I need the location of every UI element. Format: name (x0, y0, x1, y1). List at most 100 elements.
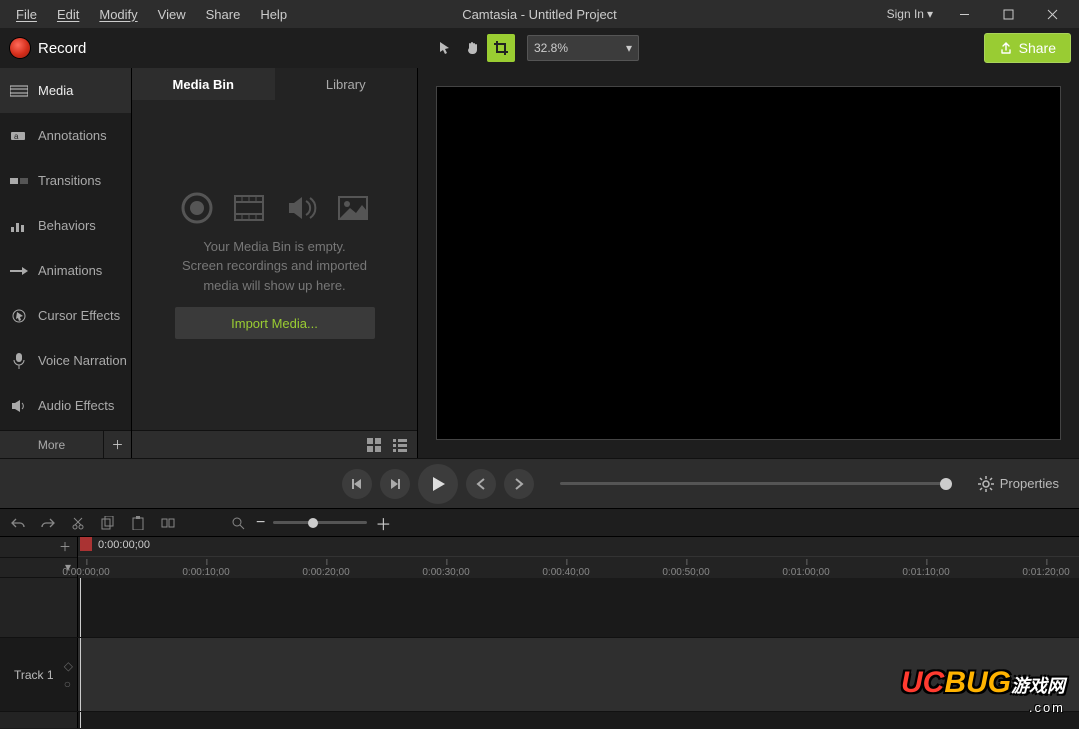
paste-icon (131, 516, 145, 530)
pan-tool-button[interactable] (459, 34, 487, 62)
record-button[interactable]: Record (10, 38, 86, 58)
crop-tool-button[interactable] (487, 34, 515, 62)
sidebar-label: Audio Effects (38, 398, 114, 413)
ruler-tick: 0:00:30;00 (422, 567, 469, 578)
ruler-tick: 0:00:40;00 (542, 567, 589, 578)
grid-view-button[interactable] (363, 434, 385, 456)
copy-icon (101, 516, 115, 530)
step-back-button[interactable] (342, 469, 372, 499)
redo-icon (41, 516, 55, 530)
zoom-in-button[interactable]: ＋ (375, 511, 391, 535)
track-lock-toggle[interactable]: ○ (64, 677, 73, 691)
annotations-icon: a (10, 127, 28, 145)
playhead-handle[interactable] (80, 537, 92, 551)
list-icon (393, 438, 407, 452)
step-forward-button[interactable] (380, 469, 410, 499)
track-label: Track 1 (14, 668, 54, 682)
audio-icon (284, 191, 318, 225)
window-minimize-button[interactable] (943, 0, 985, 28)
track-1-body[interactable] (78, 638, 1079, 711)
svg-text:a: a (14, 132, 19, 141)
import-media-button[interactable]: Import Media... (175, 307, 375, 339)
track-visibility-toggle[interactable]: ◇ (64, 659, 73, 673)
timeline-zoom-slider[interactable] (273, 521, 367, 524)
zoom-select[interactable]: 32.8% ▾ (527, 35, 639, 61)
copy-button[interactable] (98, 513, 118, 533)
sidebar-item-voice-narration[interactable]: Voice Narration (0, 338, 131, 383)
prev-marker-button[interactable] (466, 469, 496, 499)
tab-media-bin[interactable]: Media Bin (132, 68, 275, 100)
empty-state-icons (180, 191, 370, 225)
minimize-icon (959, 9, 970, 20)
sidebar-label: Media (38, 83, 73, 98)
tab-library[interactable]: Library (275, 68, 418, 100)
cursor-effects-icon (10, 307, 28, 325)
chevron-down-icon: ▾ (626, 41, 632, 55)
menu-file[interactable]: File (6, 3, 47, 26)
select-tool-button[interactable] (431, 34, 459, 62)
scrubber-handle[interactable] (940, 478, 952, 490)
undo-icon (11, 516, 25, 530)
magnifier-icon (231, 516, 245, 530)
top-toolbar: Record 32.8% ▾ Share (0, 28, 1079, 68)
image-icon (336, 191, 370, 225)
playback-scrubber[interactable] (560, 482, 946, 485)
cut-button[interactable] (68, 513, 88, 533)
menu-edit[interactable]: Edit (47, 3, 89, 26)
sidebar-item-cursor-effects[interactable]: Cursor Effects (0, 293, 131, 338)
ruler-tick: 0:00:00;00 (62, 567, 109, 578)
add-marker-track-button[interactable]: ＋ (0, 537, 77, 558)
cursor-icon (438, 41, 452, 55)
sign-in-button[interactable]: Sign In ▾ (879, 3, 941, 25)
menu-modify[interactable]: Modify (89, 3, 147, 26)
menu-bar: File Edit Modify View Share Help Camtasi… (0, 0, 1079, 28)
add-tool-button[interactable]: ＋ (103, 431, 131, 459)
scissors-icon (71, 516, 85, 530)
media-icon (10, 82, 28, 100)
track-header-1[interactable]: Track 1 ◇ ○ (0, 638, 78, 711)
window-close-button[interactable] (1031, 0, 1073, 28)
sidebar-item-behaviors[interactable]: Behaviors (0, 203, 131, 248)
behaviors-icon (10, 217, 28, 235)
track-header-empty (0, 578, 78, 637)
grid-icon (367, 438, 381, 452)
menu-help[interactable]: Help (250, 3, 297, 26)
sidebar-item-media[interactable]: Media (0, 68, 131, 113)
ruler-body[interactable]: 0:00:00;00 0:00:00;000:00:10;000:00:20;0… (78, 537, 1079, 578)
upload-icon (999, 41, 1013, 55)
split-button[interactable] (158, 513, 178, 533)
tool-sidebar: Media a Annotations Transitions Behavior… (0, 68, 132, 458)
redo-button[interactable] (38, 513, 58, 533)
microphone-icon (10, 352, 28, 370)
sidebar-item-animations[interactable]: Animations (0, 248, 131, 293)
share-label: Share (1019, 40, 1056, 56)
preview-area (418, 68, 1079, 458)
sidebar-item-transitions[interactable]: Transitions (0, 158, 131, 203)
zoom-out-button[interactable]: − (256, 514, 265, 532)
menu-view[interactable]: View (148, 3, 196, 26)
ruler-tick: 0:00:20;00 (302, 567, 349, 578)
zoom-slider-handle[interactable] (308, 518, 318, 528)
sidebar-more-button[interactable]: More (0, 438, 103, 452)
undo-button[interactable] (8, 513, 28, 533)
chevron-down-icon: ▾ (927, 7, 933, 21)
gear-icon (978, 476, 994, 492)
crop-icon (494, 41, 508, 55)
list-view-button[interactable] (389, 434, 411, 456)
zoom-fit-button[interactable] (228, 513, 248, 533)
play-button[interactable] (418, 464, 458, 504)
properties-button[interactable]: Properties (972, 472, 1065, 496)
ruler-tick: 0:01:10;00 (902, 567, 949, 578)
ruler-tick: 0:01:20;00 (1022, 567, 1069, 578)
next-marker-button[interactable] (504, 469, 534, 499)
track-empty-body[interactable] (78, 578, 1079, 637)
chevron-left-icon (476, 478, 486, 490)
preview-canvas[interactable] (436, 86, 1061, 440)
sidebar-item-annotations[interactable]: a Annotations (0, 113, 131, 158)
share-button[interactable]: Share (984, 33, 1071, 63)
paste-button[interactable] (128, 513, 148, 533)
sidebar-item-audio-effects[interactable]: Audio Effects (0, 383, 131, 428)
sidebar-label: Voice Narration (38, 353, 127, 368)
window-maximize-button[interactable] (987, 0, 1029, 28)
menu-share[interactable]: Share (196, 3, 251, 26)
